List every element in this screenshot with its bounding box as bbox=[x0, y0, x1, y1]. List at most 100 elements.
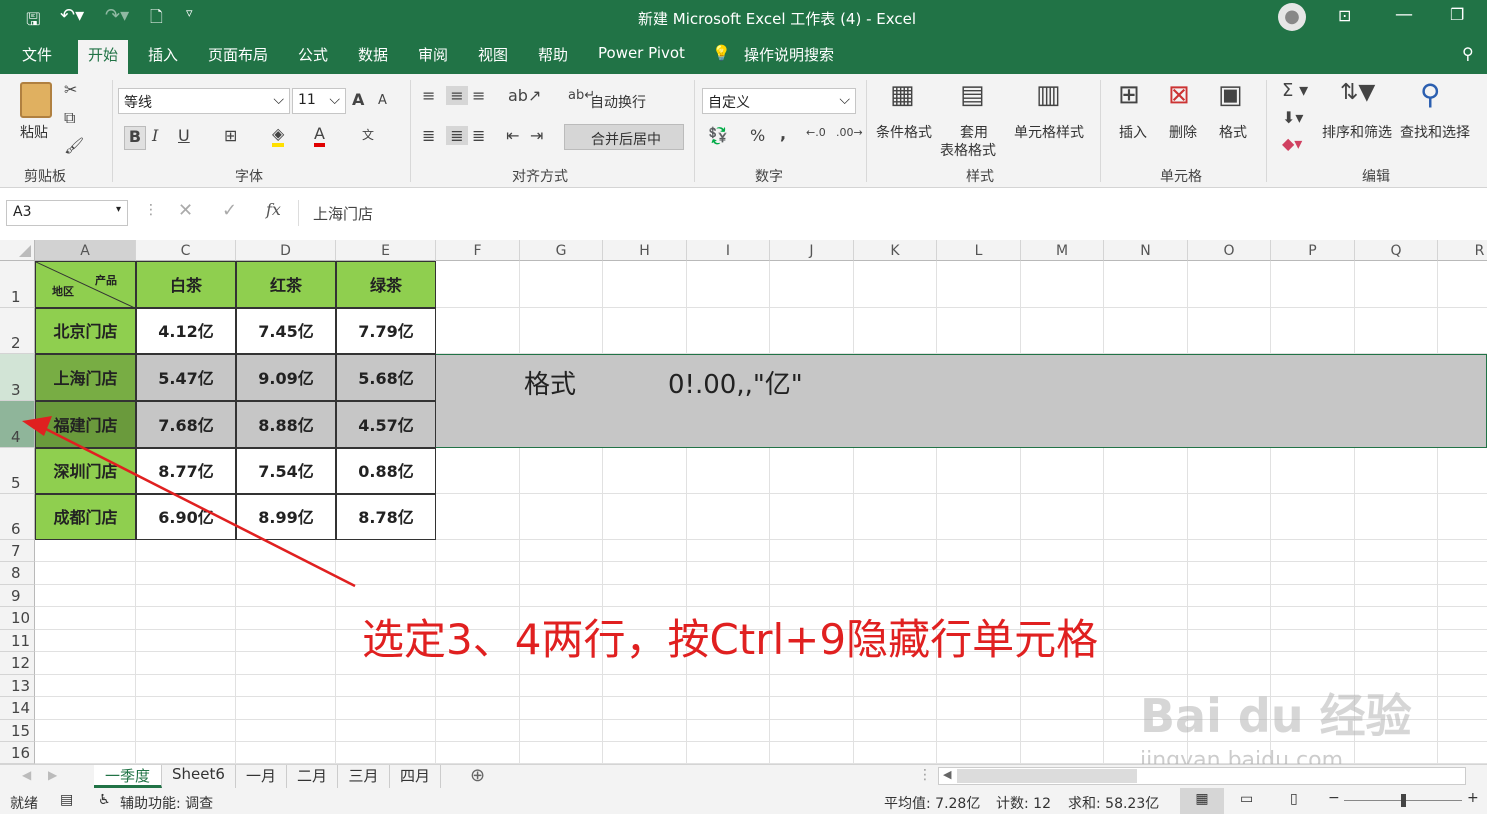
align-top-icon[interactable]: ≡ bbox=[422, 86, 435, 105]
customize-qat-icon[interactable]: ▿ bbox=[186, 6, 193, 21]
borders-icon[interactable]: ⊞ bbox=[224, 126, 237, 145]
wrap-text-button[interactable]: 自动换行 bbox=[590, 92, 646, 112]
status-sum: 求和: 58.23亿 bbox=[1068, 796, 1160, 812]
sheet-tab[interactable]: 一季度 bbox=[94, 765, 162, 788]
restore-icon[interactable]: ❐ bbox=[1450, 5, 1464, 24]
align-bottom-icon[interactable]: ≡ bbox=[472, 86, 485, 105]
scroll-right-icon[interactable]: ▶ bbox=[48, 768, 57, 782]
horizontal-scrollbar[interactable]: ◀ bbox=[938, 767, 1466, 785]
sheet-tab[interactable]: 四月 bbox=[390, 765, 441, 788]
format-table-icon: ▤ bbox=[960, 80, 985, 110]
sort-filter-button[interactable]: 排序和筛选 bbox=[1322, 122, 1392, 142]
accessibility-status[interactable]: 辅助功能: 调查 bbox=[120, 793, 213, 813]
align-center-icon[interactable]: ≣ bbox=[446, 126, 468, 145]
grow-font-button[interactable]: A bbox=[352, 90, 364, 109]
align-middle-icon[interactable]: ≡ bbox=[446, 86, 468, 105]
ribbon-display-icon[interactable]: ⊡ bbox=[1338, 6, 1351, 25]
paste-button[interactable]: 粘贴 bbox=[20, 122, 48, 142]
format-cells-icon: ▣ bbox=[1218, 80, 1243, 110]
delete-cells-button[interactable]: 删除 bbox=[1169, 122, 1197, 142]
accounting-format-icon[interactable]: 💱 bbox=[708, 126, 728, 145]
fill-icon[interactable]: ⬇▾ bbox=[1282, 108, 1303, 127]
tab-view[interactable]: 视图 bbox=[478, 44, 508, 65]
name-box[interactable]: A3 ▾ bbox=[6, 200, 128, 226]
insert-cells-icon: ⊞ bbox=[1118, 80, 1140, 110]
cut-icon[interactable]: ✂ bbox=[64, 80, 77, 99]
align-left-icon[interactable]: ≣ bbox=[422, 126, 435, 145]
avatar[interactable]: ● bbox=[1278, 3, 1306, 31]
orientation-icon[interactable]: ab↗ bbox=[508, 86, 541, 105]
underline-button[interactable]: U bbox=[178, 126, 190, 145]
format-table-button-line1[interactable]: 套用 bbox=[960, 122, 988, 142]
zoom-slider-thumb[interactable] bbox=[1401, 794, 1406, 807]
tab-help[interactable]: 帮助 bbox=[538, 44, 568, 65]
tab-page-layout[interactable]: 页面布局 bbox=[208, 44, 268, 65]
ribbon: 粘贴 ✂ ⧉ 🖌 剪贴板 等线 ⌵ 11 ⌵ A A B I U ⊞ ◈ A 文 字… bbox=[0, 74, 1487, 188]
insert-function-icon[interactable]: fx bbox=[266, 200, 281, 219]
bold-button[interactable]: B bbox=[124, 126, 146, 150]
italic-button[interactable]: I bbox=[152, 126, 158, 145]
sheet-tab[interactable]: 三月 bbox=[338, 765, 390, 788]
align-right-icon[interactable]: ≣ bbox=[472, 126, 485, 145]
format-table-button-line2[interactable]: 表格格式 bbox=[940, 140, 996, 160]
undo-icon[interactable]: ↶▾ bbox=[60, 5, 84, 26]
merge-center-button[interactable]: 合并后居中 bbox=[564, 124, 684, 150]
sheet-tab[interactable]: 二月 bbox=[287, 765, 338, 788]
tab-insert[interactable]: 插入 bbox=[148, 44, 178, 65]
scroll-left-icon[interactable]: ◀ bbox=[22, 768, 31, 782]
split-handle-icon[interactable]: ⋮ bbox=[918, 767, 932, 783]
conditional-format-button[interactable]: 条件格式 bbox=[876, 122, 932, 142]
font-size-box[interactable]: 11 ⌵ bbox=[292, 88, 346, 114]
decrease-decimal-icon[interactable]: .00→ bbox=[836, 126, 863, 139]
share-icon[interactable]: ⚲ bbox=[1462, 44, 1474, 63]
tell-me-search[interactable]: 操作说明搜索 bbox=[744, 44, 834, 65]
cancel-icon[interactable]: ✕ bbox=[178, 200, 193, 221]
page-layout-view-icon[interactable]: ▭ bbox=[1240, 791, 1253, 807]
comma-button[interactable]: , bbox=[780, 124, 786, 143]
increase-decimal-icon[interactable]: ←.0 bbox=[806, 126, 826, 139]
cell-styles-button[interactable]: 单元格样式 bbox=[1014, 122, 1084, 142]
font-color-icon[interactable]: A bbox=[314, 124, 325, 147]
zoom-out-icon[interactable]: − bbox=[1328, 790, 1340, 806]
autosum-icon[interactable]: Σ ▾ bbox=[1282, 80, 1308, 101]
window-title: 新建 Microsoft Excel 工作表 (4) - Excel bbox=[638, 10, 916, 28]
enter-icon[interactable]: ✓ bbox=[222, 200, 237, 221]
tab-review[interactable]: 审阅 bbox=[418, 44, 448, 65]
shrink-font-button[interactable]: A bbox=[378, 93, 387, 108]
tab-home[interactable]: 开始 bbox=[78, 40, 129, 74]
tab-formulas[interactable]: 公式 bbox=[298, 44, 328, 65]
paste-icon[interactable] bbox=[20, 82, 52, 118]
copy-icon[interactable]: ⧉ bbox=[64, 108, 75, 128]
sheet-tab[interactable]: Sheet6 bbox=[162, 765, 236, 788]
formula-input[interactable]: 上海门店 bbox=[298, 200, 1483, 226]
increase-indent-icon[interactable]: ⇥ bbox=[530, 126, 543, 145]
number-format-box[interactable]: 自定义 ⌵ bbox=[702, 88, 856, 114]
normal-view-icon[interactable]: ▦ bbox=[1180, 788, 1224, 814]
find-select-button[interactable]: 查找和选择 bbox=[1400, 122, 1470, 142]
phonetic-icon[interactable]: 文 bbox=[362, 126, 374, 143]
zoom-in-icon[interactable]: + bbox=[1467, 790, 1479, 806]
decrease-indent-icon[interactable]: ⇤ bbox=[506, 126, 519, 145]
page-break-view-icon[interactable]: ▯ bbox=[1290, 791, 1298, 807]
macro-record-icon[interactable]: ▤ bbox=[60, 792, 73, 808]
clear-icon[interactable]: ◆▾ bbox=[1282, 134, 1302, 153]
fill-color-icon[interactable]: ◈ bbox=[272, 124, 285, 147]
new-sheet-icon[interactable]: ⊕ bbox=[470, 765, 485, 786]
format-cells-button[interactable]: 格式 bbox=[1219, 122, 1247, 142]
delete-cells-icon: ⊠ bbox=[1168, 80, 1190, 110]
tab-data[interactable]: 数据 bbox=[358, 44, 388, 65]
format-painter-icon[interactable]: 🖌 bbox=[64, 136, 84, 155]
sheet-tab[interactable]: 一月 bbox=[236, 765, 287, 788]
sheet-tab-bar: ◀ ▶ 一季度 Sheet6 一月 二月 三月 四月 ⊕ ⋮ ◀ bbox=[0, 764, 1487, 788]
insert-cells-button[interactable]: 插入 bbox=[1119, 122, 1147, 142]
percent-button[interactable]: % bbox=[750, 126, 765, 145]
font-group-label: 字体 bbox=[235, 169, 263, 185]
save-icon[interactable]: 🖫 bbox=[26, 7, 40, 36]
font-name-box[interactable]: 等线 ⌵ bbox=[118, 88, 290, 114]
worksheet-grid[interactable]: ACDEFGHIJKLMNOPQR 1 2 3 4 5 6 7 8 9 10 11 12 13 14 15 1… bbox=[0, 240, 1487, 764]
tab-power-pivot[interactable]: Power Pivot bbox=[598, 44, 685, 62]
minimize-icon[interactable]: — bbox=[1395, 4, 1413, 25]
redo-icon[interactable]: ↷▾ bbox=[105, 5, 129, 26]
print-preview-icon[interactable]: 🗋 bbox=[150, 6, 163, 33]
tab-file[interactable]: 文件 bbox=[22, 44, 52, 65]
